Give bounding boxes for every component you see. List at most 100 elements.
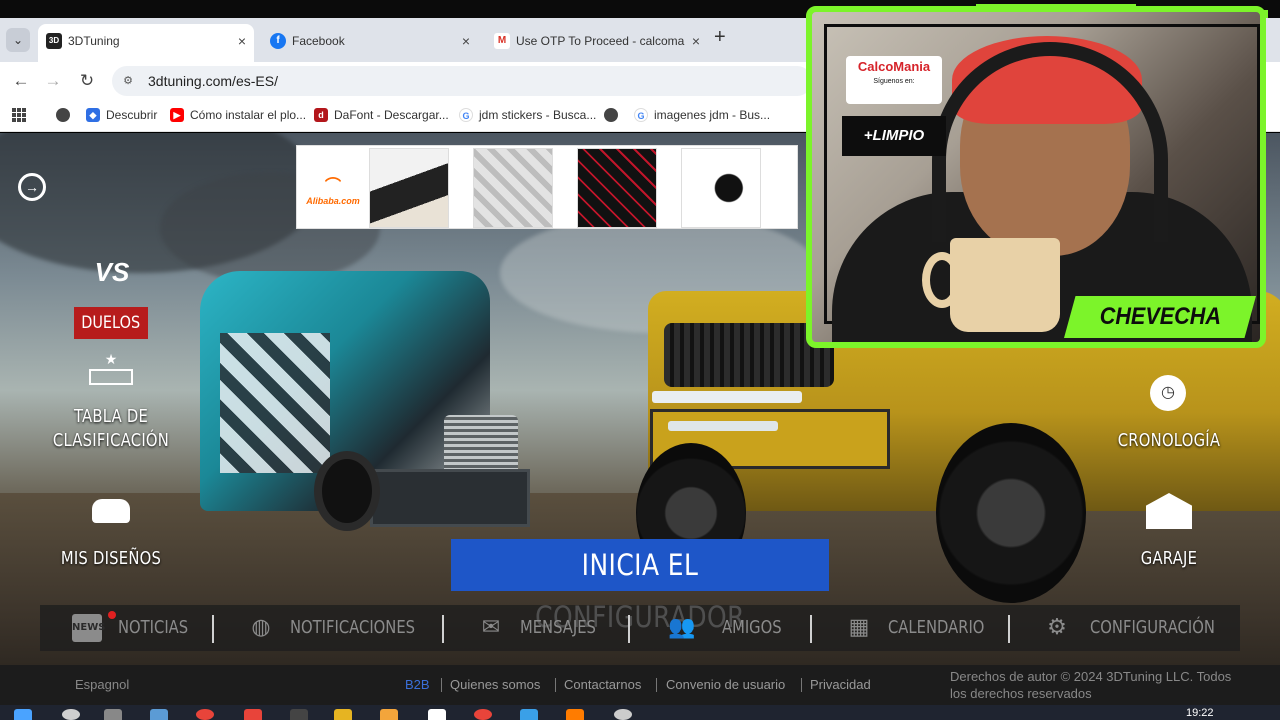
clock-icon: ◷: [1150, 375, 1186, 411]
leaderboard-label-2: CLASIFICACIÓN: [52, 430, 170, 451]
bookmark-jdm-stickers[interactable]: G jdm stickers - Busca...: [459, 108, 596, 122]
ad-product-image[interactable]: [577, 148, 657, 228]
page-footer: Espagnol B2B Quienes somos Contactarnos …: [0, 665, 1280, 705]
ad-banner[interactable]: ⌒ Alibaba.com: [296, 145, 798, 229]
logo-subtitle: Síguenos en:: [873, 78, 915, 85]
app-icon[interactable]: [520, 709, 538, 720]
ad-product-image[interactable]: [473, 148, 553, 228]
dafont-icon: d: [314, 108, 328, 122]
footer-divider: [555, 678, 556, 692]
bookmark-label: Descubrir: [106, 108, 158, 122]
footer-link-contact[interactable]: Contactarnos: [564, 677, 641, 692]
bookmark-label: DaFont - Descargar...: [334, 108, 449, 122]
descubrir-icon: ◆: [86, 108, 100, 122]
close-tab-icon[interactable]: ×: [238, 24, 246, 58]
search-icon[interactable]: [62, 709, 80, 720]
chrome-icon[interactable]: [196, 709, 214, 720]
bottom-nav-bar: NEWS NOTICIAS ◍ NOTIFICACIONES ✉ MENSAJE…: [40, 605, 1240, 651]
file-explorer-icon[interactable]: [334, 709, 352, 720]
tab-gmail[interactable]: M Use OTP To Proceed - calcoma ×: [486, 24, 708, 62]
app-icon[interactable]: [290, 709, 308, 720]
os-taskbar: 19:22: [0, 705, 1280, 720]
truck-bumper: [370, 469, 530, 527]
back-arrow-icon[interactable]: ←: [10, 70, 32, 92]
logo-title: CalcoMania: [857, 59, 931, 74]
mail-icon: ✉: [481, 615, 501, 640]
streamer-name: CHEVECHA: [1099, 303, 1221, 330]
tab-title: Use OTP To Proceed - calcoma: [516, 34, 685, 48]
footer-link-terms[interactable]: Convenio de usuario: [666, 677, 785, 692]
start-configurator-button[interactable]: INICIA EL CONFIGURADOR: [451, 539, 829, 634]
leaderboard-button[interactable]: TABLA DE CLASIFICACIÓN: [53, 405, 169, 453]
my-designs-label: MIS DISEÑOS: [60, 548, 162, 569]
bookmark-label: Cómo instalar el plo...: [190, 108, 307, 122]
bookmark-imagenes-jdm[interactable]: G imagenes jdm - Bus...: [634, 108, 770, 122]
ad-product-image[interactable]: [681, 148, 761, 228]
duels-label: DUELOS: [81, 313, 141, 333]
pickup-light-bar: [652, 391, 802, 403]
facebook-icon: f: [270, 33, 286, 49]
truck-livery: [220, 333, 330, 473]
copyright-line-1: Derechos de autor © 2024 3DTuning LLC. T…: [950, 669, 1232, 684]
pickup-wheel: [936, 423, 1086, 603]
duels-button[interactable]: DUELOS: [74, 307, 148, 339]
reload-icon[interactable]: ↻: [76, 70, 98, 92]
copyright-text: Derechos de autor © 2024 3DTuning LLC. T…: [950, 668, 1250, 702]
webcam-overlay: CalcoMania Síguenos en: +LIMPIO CHEVECHA: [796, 0, 1280, 352]
calcomania-logo: CalcoMania Síguenos en:: [846, 56, 942, 104]
illustrator-icon[interactable]: [566, 709, 584, 720]
bookmark-youtube[interactable]: ▶ Cómo instalar el plo...: [170, 108, 306, 122]
bookmark-label: jdm stickers - Busca...: [479, 108, 597, 122]
new-tab-button[interactable]: +: [714, 26, 726, 49]
3dt-icon: 3D: [46, 33, 62, 49]
footer-link-b2b[interactable]: B2B: [405, 677, 430, 692]
my-designs-button[interactable]: MIS DISEÑOS: [53, 547, 169, 571]
app-icon[interactable]: [244, 709, 262, 720]
footer-link-about[interactable]: Quienes somos: [450, 677, 540, 692]
clock-time[interactable]: 19:22: [1186, 707, 1214, 719]
close-tab-icon[interactable]: ×: [692, 24, 700, 58]
close-tab-icon[interactable]: ×: [462, 24, 470, 58]
nav-label: MENSAJES: [520, 617, 596, 638]
nav-divider: [810, 615, 812, 643]
truck-grille: [444, 415, 518, 477]
calendar-icon: ▦: [848, 615, 870, 640]
google-icon: G: [459, 108, 473, 122]
address-bar[interactable]: ⚙ 3dtuning.com/es-ES/: [112, 66, 812, 96]
app-icon[interactable]: [150, 709, 168, 720]
nav-divider: [1008, 615, 1010, 643]
bookmark-dafont[interactable]: d DaFont - Descargar...: [314, 108, 449, 122]
apps-grid-icon[interactable]: [12, 108, 26, 122]
login-icon[interactable]: →: [18, 173, 46, 201]
tab-3dtuning[interactable]: 3D 3DTuning ×: [38, 24, 254, 62]
app-icon[interactable]: [380, 709, 398, 720]
language-selector[interactable]: Espagnol: [75, 677, 129, 692]
garage-button[interactable]: GARAJE: [1109, 547, 1229, 571]
app-icon[interactable]: [614, 709, 632, 720]
tab-search-dropdown-icon[interactable]: ⌄: [6, 28, 30, 52]
forward-arrow-icon[interactable]: →: [42, 70, 64, 92]
leaderboard-label-1: TABLA DE: [73, 406, 149, 427]
tab-title: 3DTuning: [68, 34, 120, 48]
timeline-label: CRONOLOGÍA: [1117, 430, 1221, 451]
ad-product-image[interactable]: [369, 148, 449, 228]
nav-label: NOTICIAS: [118, 617, 189, 638]
task-view-icon[interactable]: [104, 709, 122, 720]
bookmark-label: imagenes jdm - Bus...: [654, 108, 771, 122]
sponsor-brand: +LIMPIO: [842, 116, 946, 156]
chrome-icon[interactable]: [474, 709, 492, 720]
news-icon: NEWS: [72, 614, 105, 642]
tab-facebook[interactable]: f Facebook ×: [262, 24, 478, 62]
footer-divider: [441, 678, 442, 692]
app-icon[interactable]: [428, 709, 446, 720]
footer-link-privacy[interactable]: Privacidad: [810, 677, 871, 692]
timeline-button[interactable]: CRONOLOGÍA: [1109, 429, 1229, 453]
windows-start-icon[interactable]: [14, 709, 32, 720]
site-info-icon[interactable]: ⚙: [120, 73, 136, 89]
tab-title: Facebook: [292, 34, 345, 48]
alibaba-logo: ⌒ Alibaba.com: [306, 178, 360, 206]
bookmark-descubrir[interactable]: ◆ Descubrir: [86, 108, 157, 122]
garage-label: GARAJE: [1140, 548, 1198, 569]
pickup-light-bar: [668, 421, 778, 431]
friends-icon: 👥: [668, 615, 696, 640]
